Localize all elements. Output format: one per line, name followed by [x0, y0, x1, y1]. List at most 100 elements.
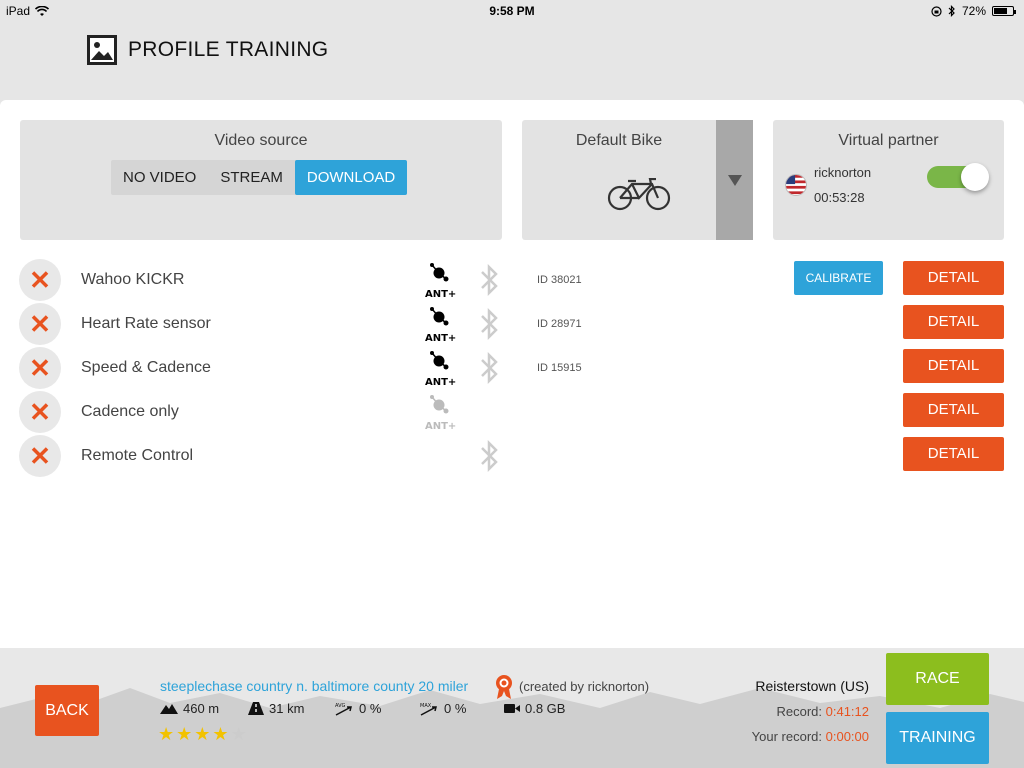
- record-line: Record: 0:41:12: [776, 704, 869, 719]
- bluetooth-icon: [481, 351, 498, 385]
- calibrate-button[interactable]: CALIBRATE: [794, 261, 883, 295]
- page-title: PROFILE TRAINING: [128, 38, 329, 61]
- sensor-row-cadence-only: ✕ Cadence only ANT+ DETAIL: [0, 391, 1024, 435]
- your-record-label: Your record:: [751, 729, 822, 744]
- toggle-knob: [961, 163, 989, 191]
- ant-label: ANT+: [425, 377, 456, 387]
- detail-button[interactable]: DETAIL: [903, 437, 1004, 471]
- video-source-selector: NO VIDEO STREAM DOWNLOAD: [111, 160, 408, 195]
- rating-stars: ★★★★★: [158, 724, 249, 745]
- partner-time: 00:53:28: [814, 190, 865, 205]
- star-filled-icon: ★: [212, 724, 231, 744]
- close-icon: ✕: [29, 309, 51, 339]
- bike-dropdown-button[interactable]: [716, 120, 753, 240]
- default-bike-panel[interactable]: Default Bike: [522, 120, 753, 240]
- picture-icon: [87, 35, 117, 65]
- sensor-name: Remote Control: [81, 447, 194, 464]
- status-bar: iPad 9:58 PM 72%: [0, 0, 1024, 22]
- us-flag-icon: [785, 174, 807, 196]
- star-filled-icon: ★: [194, 724, 213, 744]
- training-button[interactable]: TRAINING: [886, 712, 989, 764]
- sensor-row-wahoo-kickr: ✕ Wahoo KICKR ANT+ ID 38021 CALIBRATE DE…: [0, 259, 1024, 303]
- battery-icon: [992, 6, 1016, 16]
- avg-grade-value: 0 %: [359, 701, 382, 716]
- ant-plus-icon: ANT+: [425, 263, 456, 299]
- video-option-stream[interactable]: STREAM: [208, 160, 295, 195]
- video-option-no-video[interactable]: NO VIDEO: [111, 160, 208, 195]
- svg-text:MAX: MAX: [420, 703, 432, 709]
- record-value: 0:41:12: [825, 704, 869, 719]
- bicycle-icon: [607, 178, 671, 211]
- bluetooth-status-icon: [948, 5, 955, 17]
- back-button[interactable]: BACK: [35, 685, 99, 736]
- close-icon: ✕: [29, 441, 51, 471]
- virtual-partner-title: Virtual partner: [838, 132, 939, 149]
- elevation-value: 460 m: [183, 701, 220, 716]
- ant-label: ANT+: [425, 333, 456, 343]
- medal-icon: [496, 675, 512, 699]
- remove-sensor-button[interactable]: ✕: [19, 259, 61, 301]
- distance-value: 31 km: [269, 701, 305, 716]
- battery-percent: 72%: [961, 4, 986, 18]
- avg-grade-stat: AVG 0 %: [334, 701, 381, 716]
- video-size-stat: 0.8 GB: [504, 701, 565, 716]
- distance-stat: 31 km: [248, 701, 304, 716]
- ant-plus-icon: ANT+: [425, 395, 456, 431]
- sensor-name: Heart Rate sensor: [81, 315, 211, 332]
- sensor-name: Cadence only: [81, 403, 179, 420]
- chevron-down-icon: [728, 175, 742, 186]
- ant-plus-icon: ANT+: [425, 307, 456, 343]
- your-record-line: Your record: 0:00:00: [752, 729, 869, 744]
- sensor-name: Speed & Cadence: [81, 359, 211, 376]
- sensor-row-speed-cadence: ✕ Speed & Cadence ANT+ ID 15915 DETAIL: [0, 347, 1024, 391]
- detail-button[interactable]: DETAIL: [903, 305, 1004, 339]
- ant-label: ANT+: [425, 289, 456, 299]
- record-label: Record:: [776, 704, 822, 719]
- video-option-download[interactable]: DOWNLOAD: [294, 160, 408, 195]
- header: PROFILE TRAINING: [0, 22, 1024, 100]
- video-camera-icon: [504, 704, 520, 713]
- road-icon: [248, 702, 264, 715]
- star-filled-icon: ★: [176, 724, 195, 744]
- star-filled-icon: ★: [158, 724, 177, 744]
- race-button[interactable]: RACE: [886, 653, 989, 705]
- main-panel: Video source NO VIDEO STREAM DOWNLOAD De…: [0, 100, 1024, 648]
- default-bike-title: Default Bike: [575, 132, 663, 149]
- detail-button[interactable]: DETAIL: [903, 261, 1004, 295]
- close-icon: ✕: [29, 397, 51, 427]
- sensor-name: Wahoo KICKR: [81, 271, 185, 288]
- partner-toggle[interactable]: [927, 163, 989, 191]
- bluetooth-icon: [481, 439, 498, 473]
- partner-name: ricknorton: [814, 165, 872, 180]
- remove-sensor-button[interactable]: ✕: [19, 303, 61, 345]
- close-icon: ✕: [29, 353, 51, 383]
- remove-sensor-button[interactable]: ✕: [19, 391, 61, 433]
- sensor-id: ID 38021: [537, 274, 582, 286]
- elevation-stat: 460 m: [160, 701, 219, 716]
- sensor-row-heart-rate: ✕ Heart Rate sensor ANT+ ID 28971 DETAIL: [0, 303, 1024, 347]
- max-grade-stat: MAX 0 %: [419, 701, 466, 716]
- route-creator: (created by ricknorton): [519, 679, 650, 694]
- sensor-row-remote-control: ✕ Remote Control DETAIL: [0, 435, 1024, 479]
- star-empty-icon: ★: [230, 724, 249, 744]
- avg-grade-icon: AVG: [335, 703, 352, 716]
- ant-plus-icon: ANT+: [425, 351, 456, 387]
- sensor-id: ID 28971: [537, 318, 582, 330]
- ant-label: ANT+: [425, 421, 456, 431]
- your-record-value: 0:00:00: [825, 729, 869, 744]
- max-grade-value: 0 %: [444, 701, 467, 716]
- bluetooth-icon: [481, 307, 498, 341]
- detail-button[interactable]: DETAIL: [903, 393, 1004, 427]
- clock: 9:58 PM: [489, 4, 535, 18]
- route-location: Reisterstown (US): [755, 678, 869, 694]
- video-source-title: Video source: [214, 132, 308, 149]
- video-source-panel: Video source NO VIDEO STREAM DOWNLOAD: [20, 120, 502, 240]
- remove-sensor-button[interactable]: ✕: [19, 435, 61, 477]
- remove-sensor-button[interactable]: ✕: [19, 347, 61, 389]
- bluetooth-icon: [481, 263, 498, 297]
- detail-button[interactable]: DETAIL: [903, 349, 1004, 383]
- route-name-link[interactable]: steeplechase country n. baltimore county…: [160, 678, 468, 694]
- close-icon: ✕: [29, 265, 51, 295]
- svg-text:AVG: AVG: [335, 703, 346, 709]
- mountain-icon: [160, 704, 178, 714]
